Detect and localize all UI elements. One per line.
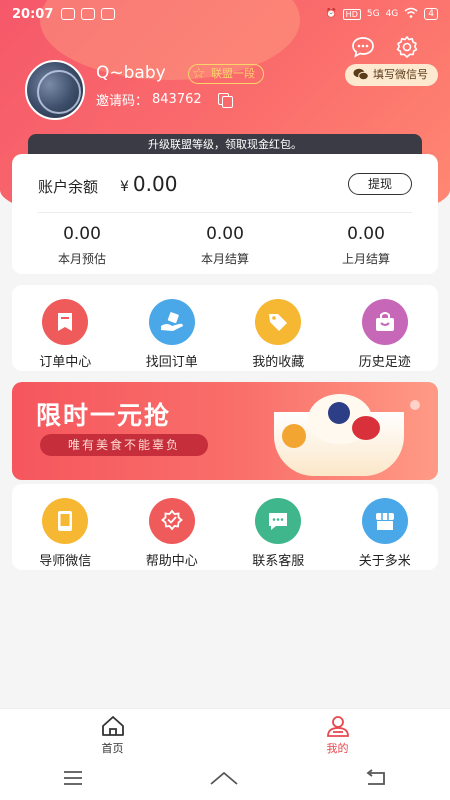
tutor-phone-icon [42,498,89,544]
grid-label: 我的收藏 [252,355,305,370]
network-5g: 5G [366,9,380,19]
grid-item-about[interactable]: 关于多米 [332,484,439,570]
favorites-tag-icon [255,299,302,345]
fill-wechat-label: 填写微信号 [373,68,428,81]
stat-label: 本月结算 [200,252,249,266]
orders-grid: 订单中心 找回订单 我的收藏 历史足迹 [12,285,438,371]
battery-icon: 4 [424,8,438,20]
grid-label: 找回订单 [145,355,198,370]
currency-symbol: ¥ [120,179,129,195]
balance-label: 账户余额 [38,178,99,196]
grid-item-contact-support[interactable]: 联系客服 [225,484,332,570]
chat-bubble-icon [255,498,302,544]
alarm-icon: ⏰ [325,9,337,19]
grid-label: 联系客服 [252,554,305,569]
system-navigation-bar [0,760,450,800]
home-icon [101,716,124,736]
status-time: 20:07 [12,6,54,22]
profile-icon [326,716,349,737]
sparkle-decoration [410,400,420,410]
network-4g: 4G [385,9,399,19]
stat-label: 上月结算 [341,252,390,266]
retrieve-order-icon [148,299,195,345]
hd-indicator: HD [342,8,361,20]
stat-value: 0.00 [347,224,385,244]
promo-title: 限时一元抢 [36,401,172,430]
balance-value: 0.00 [132,172,178,196]
grid-item-retrieve-order[interactable]: 找回订单 [119,285,226,371]
fill-wechat-button[interactable]: 填写微信号 [345,64,438,86]
app-notification-icon [81,8,96,20]
stat-label: 本月预估 [57,252,106,266]
avatar[interactable] [25,60,85,120]
promo-subtitle: 唯有美食不能辜负 [40,434,208,456]
status-bar: 20:07 ⏰ HD 5G 4G 4 [0,0,450,28]
strawberry-image [352,416,380,440]
grid-item-order-center[interactable]: 订单中心 [12,285,119,371]
bottom-nav: 首页 我的 [0,708,450,760]
balance-card: 账户余额 ¥0.00 提现 0.00 本月预估 0.00 本月结算 0.00 上… [12,154,438,274]
grid-label: 关于多米 [358,554,411,569]
wifi-icon [404,7,418,21]
username: Q~baby [96,63,166,83]
divider [38,212,412,213]
help-badge-icon [148,498,195,544]
tab-home[interactable]: 首页 [0,709,225,760]
star-icon: ☆ [192,64,206,82]
services-grid: 导师微信 帮助中心 联系客服 关于多米 [12,484,438,570]
grid-label: 订单中心 [39,355,92,370]
blueberry-image [328,402,350,424]
notification-icon [61,8,76,20]
stat-value: 0.00 [63,224,101,244]
header-actions [350,34,420,60]
grid-item-help-center[interactable]: 帮助中心 [119,484,226,570]
grid-label: 历史足迹 [358,355,411,370]
history-bag-icon [361,299,408,345]
invite-code-row: 邀请码： 843762 [96,90,233,109]
grid-item-history[interactable]: 历史足迹 [332,285,439,371]
back-icon[interactable] [364,769,388,791]
level-badge[interactable]: ☆ 联盟一段 [188,64,264,84]
invite-code: 843762 [152,92,202,107]
stat-last-month-settled: 0.00 上月结算 [306,224,426,267]
promo-banner[interactable]: 限时一元抢 唯有美食不能辜负 [12,382,438,480]
tab-mine[interactable]: 我的 [225,709,450,760]
app-notification-icon-2 [101,8,116,20]
grid-item-favorites[interactable]: 我的收藏 [225,285,332,371]
withdraw-button[interactable]: 提现 [348,173,412,195]
menu-icon[interactable] [62,770,84,790]
mango-image [282,424,306,448]
balance-amount: ¥0.00 [120,172,177,196]
stat-monthly-estimate: 0.00 本月预估 [22,224,142,267]
wechat-icon [353,68,369,81]
home-button-icon[interactable] [209,770,239,790]
grid-label: 帮助中心 [145,554,198,569]
tab-mine-label: 我的 [326,742,349,755]
order-center-icon [42,299,89,345]
store-icon [361,498,408,544]
copy-icon[interactable] [217,92,233,108]
grid-label: 导师微信 [39,554,92,569]
status-right: ⏰ HD 5G 4G 4 [325,7,438,21]
tab-home-label: 首页 [101,742,124,755]
settings-gear-icon[interactable] [394,34,420,60]
stat-monthly-settled: 0.00 本月结算 [165,224,285,267]
level-label: 联盟一段 [211,67,255,80]
message-icon[interactable] [350,34,376,60]
grid-item-tutor-wechat[interactable]: 导师微信 [12,484,119,570]
invite-label: 邀请码： [96,94,149,109]
stat-value: 0.00 [206,224,244,244]
